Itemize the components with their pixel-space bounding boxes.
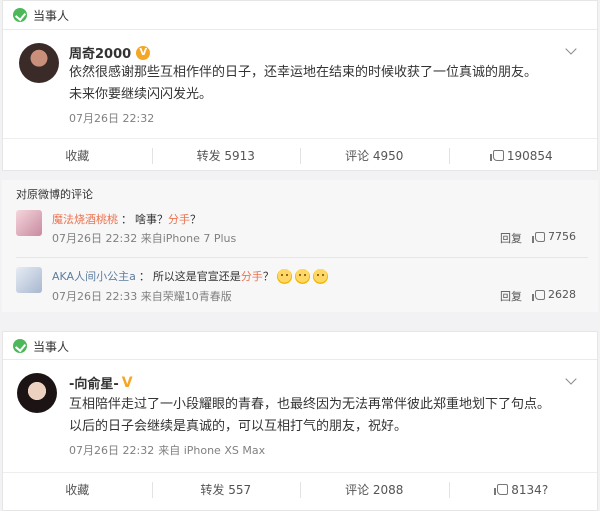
- comment-text: 魔法烧酒桃桃 ： 啥事？ 分手？: [52, 211, 201, 227]
- reply-button[interactable]: 回复: [500, 230, 522, 246]
- repost-label: 转发 557: [200, 483, 252, 497]
- post-time: 07月26日 22:32 来自 iPhone XS Max: [69, 442, 265, 458]
- comment-button[interactable]: 评论 4950: [300, 139, 449, 172]
- like-count: 8134?: [511, 482, 549, 497]
- thumb-up-icon: [494, 484, 509, 495]
- reply-button[interactable]: 回复: [500, 288, 522, 304]
- post-time: 07月26日 22:32: [69, 110, 158, 126]
- like-button[interactable]: 190854: [448, 139, 598, 172]
- post-timestamp-link[interactable]: 07月26日 22:32: [69, 444, 154, 457]
- post-tag-header: 当事人: [13, 8, 70, 23]
- comment-time: 07月26日 22:33: [52, 290, 138, 303]
- thumb-up-icon: [489, 150, 504, 161]
- collect-button[interactable]: 收藏: [3, 139, 152, 172]
- post-device: 来自 iPhone XS Max: [158, 444, 266, 457]
- avatar[interactable]: [19, 43, 59, 83]
- divider: [3, 359, 597, 360]
- comment-like-count: 2628: [548, 288, 576, 301]
- chevron-down-icon[interactable]: [565, 373, 577, 385]
- post-text-line: 未来你要继续闪闪发光。: [69, 87, 213, 102]
- commenter-avatar[interactable]: [16, 267, 42, 293]
- commenter-avatar[interactable]: [16, 210, 42, 236]
- post-text-line: 互相陪伴走过了一小段耀眼的青春，也最终因为无法再常伴彼此郑重地划下了句点。: [69, 397, 551, 412]
- hot-check-icon: [13, 339, 27, 353]
- hot-check-icon: [13, 8, 27, 22]
- user-name-row: 周奇2000 V: [69, 43, 151, 62]
- smile-emoji-icon: [312, 268, 328, 284]
- comment-text: AKA人间小公主a ： 所以这是官宣还是 分手？: [52, 268, 328, 284]
- like-button[interactable]: 8134?: [448, 473, 598, 506]
- divider: [3, 29, 597, 30]
- user-name-row: -向俞星- V: [69, 373, 133, 393]
- verified-badge-icon: V: [136, 45, 151, 60]
- comment-body-end: ？: [190, 213, 201, 226]
- comment-button[interactable]: 评论 2088: [300, 473, 449, 506]
- comment-meta: 07月26日 22:32 来自iPhone 7 Plus: [52, 230, 236, 246]
- user-name-link[interactable]: -向俞星-: [69, 373, 119, 392]
- commenter-name-link[interactable]: 魔法烧酒桃桃: [52, 211, 118, 227]
- avatar[interactable]: [17, 373, 57, 413]
- weibo-post-card: 当事人 -向俞星- V 互相陪伴走过了一小段耀眼的青春，也最终因为无法再常伴彼此…: [2, 331, 598, 511]
- repost-button[interactable]: 转发 5913: [151, 139, 301, 172]
- thumb-up-icon: [532, 231, 545, 243]
- post-tag-label: 当事人: [33, 8, 70, 23]
- comment-body-end: ？: [262, 270, 274, 283]
- comment-divider: [16, 257, 588, 258]
- post-timestamp-link[interactable]: 07月26日 22:32: [69, 112, 154, 125]
- comment-like-button[interactable]: 7756: [532, 230, 576, 243]
- weibo-post-card: 当事人 周奇2000 V 依然很感谢那些互相作伴的日子，还幸运地在结束的时候收获…: [2, 0, 598, 171]
- comments-section-title: 对原微博的评论: [16, 188, 93, 201]
- user-name-link[interactable]: 周奇2000: [69, 43, 131, 62]
- comment-meta: 07月26日 22:33 来自荣耀10青春版: [52, 288, 232, 304]
- action-bar: 收藏 转发 5913 评论 4950 190854: [3, 138, 597, 172]
- like-count: 190854: [506, 148, 553, 163]
- comment-body: 啥事？: [135, 213, 168, 226]
- smile-emoji-icon: [294, 268, 310, 284]
- collect-label: 收藏: [65, 483, 90, 497]
- comment-time: 07月26日 22:32: [52, 232, 138, 245]
- thumb-up-icon: [532, 289, 545, 301]
- comment-like-count: 7756: [548, 230, 576, 243]
- post-text-line: 依然很感谢那些互相作伴的日子，还幸运地在结束的时候收获了一位真诚的朋友。: [69, 65, 538, 80]
- commenter-name-link[interactable]: AKA人间小公主a: [52, 268, 136, 284]
- comment-label: 评论 2088: [345, 483, 404, 497]
- post-tag-label: 当事人: [33, 339, 70, 354]
- comment-device: 来自iPhone 7 Plus: [140, 232, 237, 245]
- comment-body: 所以这是官宣还是: [152, 270, 241, 283]
- repost-label: 转发 5913: [196, 149, 255, 163]
- comment-label: 评论 4950: [345, 149, 404, 163]
- smile-emoji-icon: [276, 268, 292, 284]
- comment-device: 来自荣耀10青春版: [140, 290, 232, 303]
- collect-button[interactable]: 收藏: [3, 473, 152, 506]
- comment-highlight: 分手: [240, 270, 263, 283]
- verified-badge-icon: V: [121, 374, 133, 391]
- comment-highlight: 分手: [168, 213, 190, 226]
- chevron-down-icon[interactable]: [565, 43, 577, 55]
- repost-button[interactable]: 转发 557: [151, 473, 301, 506]
- comment-like-button[interactable]: 2628: [532, 288, 576, 301]
- post-text-line: 以后的日子会继续是真诚的，可以互相打气的朋友，祝好。: [69, 419, 408, 434]
- action-bar: 收藏 转发 557 评论 2088 8134?: [3, 472, 597, 506]
- collect-label: 收藏: [65, 149, 90, 163]
- post-tag-header: 当事人: [13, 339, 70, 354]
- original-post-comments: 对原微博的评论 魔法烧酒桃桃 ： 啥事？ 分手？ 07月26日 22:32 来自i…: [2, 180, 598, 312]
